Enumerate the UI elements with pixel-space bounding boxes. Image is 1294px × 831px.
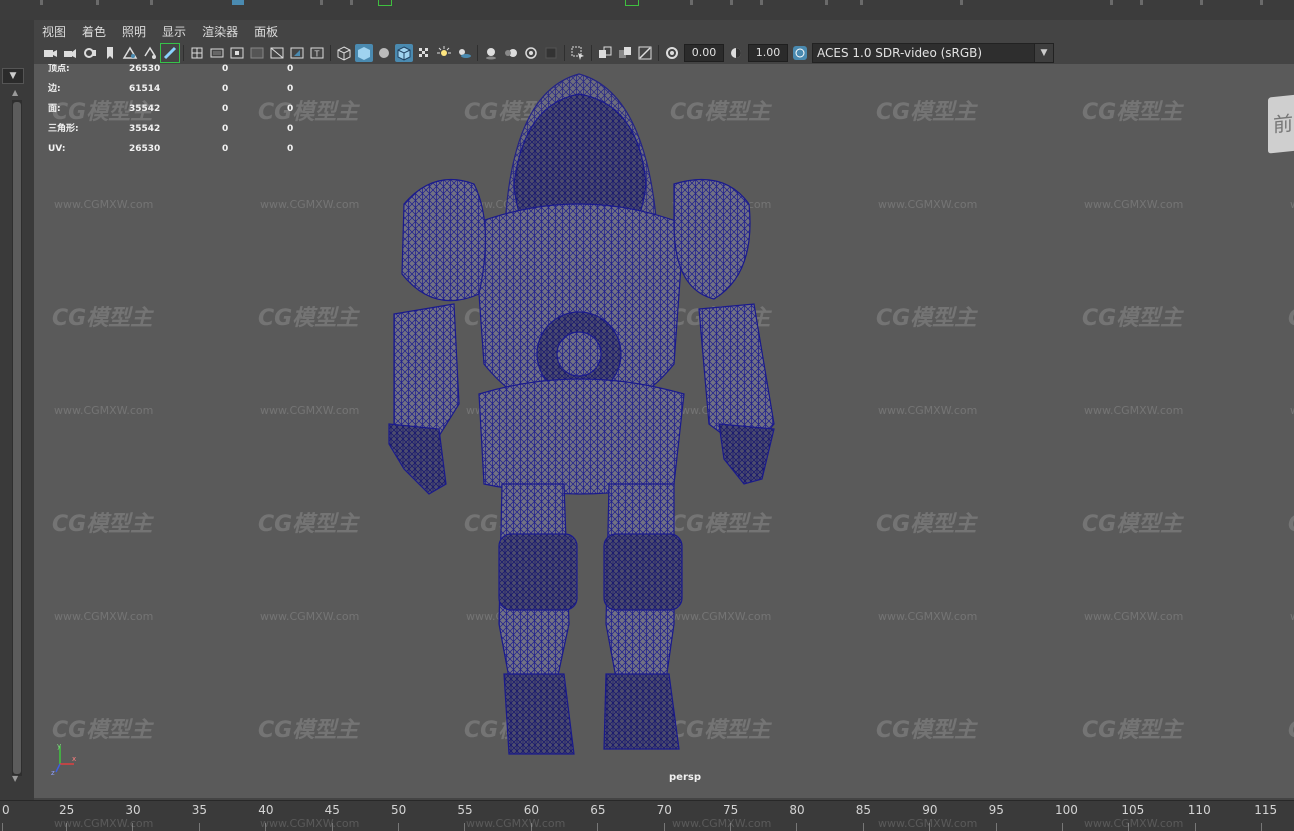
- ambient-occlusion-icon[interactable]: [482, 44, 500, 62]
- time-slider-frame-number: 95: [988, 803, 1004, 817]
- xray-active-components-icon[interactable]: [616, 44, 634, 62]
- watermark-url: www.CGMXW.com: [466, 817, 566, 830]
- watermark-url: www.CGMXW.com: [672, 817, 772, 830]
- axis-gizmo: y x z: [51, 742, 76, 776]
- camera-attributes-icon[interactable]: [61, 44, 79, 62]
- view-cube[interactable]: 前: [1268, 94, 1294, 154]
- time-slider-frame-number: 80: [789, 803, 805, 817]
- resolution-gate-icon[interactable]: [228, 44, 246, 62]
- lights-icon[interactable]: [435, 44, 453, 62]
- scroll-down-arrow[interactable]: ▼: [12, 774, 18, 783]
- time-slider-frame-number: 110: [1187, 803, 1211, 817]
- image-plane-icon[interactable]: [121, 44, 139, 62]
- menu-lighting[interactable]: 照明: [114, 23, 154, 40]
- isolate-select-icon[interactable]: [569, 44, 587, 62]
- watermark-url: www.CGMXW.com: [260, 817, 360, 830]
- panel-dropdown[interactable]: ▼: [2, 68, 24, 84]
- scrollbar-thumb[interactable]: [13, 102, 21, 774]
- grease-pencil-icon[interactable]: [160, 43, 180, 63]
- gamma-icon[interactable]: [727, 44, 745, 62]
- scroll-up-arrow[interactable]: ▲: [12, 88, 18, 97]
- anti-aliasing-icon[interactable]: [522, 44, 540, 62]
- left-panel: ▼ ▲ ▼: [0, 20, 34, 800]
- smooth-shade-cube-icon[interactable]: [355, 44, 373, 62]
- menu-view[interactable]: 视图: [34, 23, 74, 40]
- default-material-icon[interactable]: [375, 44, 393, 62]
- time-slider-frame-number: 50: [391, 803, 407, 817]
- chevron-down-icon[interactable]: ▼: [1034, 44, 1053, 62]
- 2d-pan-zoom-icon[interactable]: [141, 44, 159, 62]
- panel-toolbar: T 0.00 1.00 ACES 1.0 SDR-video (sRGB) ▼: [34, 42, 1294, 64]
- time-slider-frame-number: 65: [590, 803, 606, 817]
- wireframe-character-model[interactable]: [34, 64, 1294, 798]
- wireframe-on-shaded-icon[interactable]: [395, 44, 413, 62]
- svg-text:T: T: [314, 50, 320, 59]
- panel-menu-bar: 视图 着色 照明 显示 渲染器 面板: [34, 20, 1294, 42]
- time-slider-frame-number: 85: [855, 803, 872, 817]
- time-slider-frame-number: 55: [457, 803, 473, 817]
- time-slider-frame-number: 45: [324, 803, 340, 817]
- xray-icon[interactable]: [596, 44, 614, 62]
- wireframe-cube-icon[interactable]: [335, 44, 353, 62]
- time-slider-frame-number: 35: [191, 803, 208, 817]
- watermark-url: www.CGMXW.com: [54, 817, 154, 830]
- exposure-icon[interactable]: [663, 44, 681, 62]
- menu-renderer[interactable]: 渲染器: [194, 23, 246, 40]
- time-slider-frame-number: 60: [523, 803, 540, 817]
- perspective-viewport[interactable]: CG模型主 www.CGMXW.com CG模型主 www.CGMXW.com CG模型…: [34, 64, 1294, 798]
- film-gate-icon[interactable]: [208, 44, 226, 62]
- time-slider-frame-number: 90: [922, 803, 938, 817]
- time-slider-frame-number: 75: [723, 803, 739, 817]
- time-slider-frame-number: 115: [1254, 803, 1278, 817]
- axis-y-label: y: [57, 742, 61, 750]
- view-transform-select[interactable]: ACES 1.0 SDR-video (sRGB) ▼: [812, 43, 1054, 63]
- camera-select-icon[interactable]: [41, 44, 59, 62]
- time-slider-frame-number: 25: [59, 803, 75, 817]
- field-chart-icon[interactable]: [268, 44, 286, 62]
- watermark-url: www.CGMXW.com: [1084, 817, 1184, 830]
- xray-joints-icon[interactable]: [636, 44, 654, 62]
- watermark-url: www.CGMXW.com: [878, 817, 978, 830]
- menu-shading[interactable]: 着色: [74, 23, 114, 40]
- camera-name-label: persp: [669, 772, 701, 783]
- color-management-icon[interactable]: [791, 44, 809, 62]
- shadows-icon[interactable]: [455, 44, 473, 62]
- grid-icon[interactable]: [188, 44, 206, 62]
- top-strip: [0, 0, 1294, 21]
- textured-icon[interactable]: [415, 44, 433, 62]
- gamma-field[interactable]: 1.00: [748, 44, 788, 62]
- bookmark-flag-icon[interactable]: [101, 44, 119, 62]
- view-transform-value: ACES 1.0 SDR-video (sRGB): [817, 46, 983, 60]
- safe-title-icon[interactable]: T: [308, 44, 326, 62]
- time-slider-frame-number: 105: [1121, 803, 1145, 817]
- axis-z-label: z: [51, 769, 55, 776]
- gate-mask-icon[interactable]: [248, 44, 266, 62]
- motion-blur-icon[interactable]: [502, 44, 520, 62]
- time-slider-frame-number: 70: [656, 803, 672, 817]
- safe-action-icon[interactable]: [288, 44, 306, 62]
- menu-show[interactable]: 显示: [154, 23, 194, 40]
- axis-x-label: x: [72, 755, 76, 763]
- time-slider-frame-number: 40: [258, 803, 274, 817]
- depth-of-field-icon[interactable]: [542, 44, 560, 62]
- bookmark-icon[interactable]: [81, 44, 99, 62]
- exposure-field[interactable]: 0.00: [684, 44, 724, 62]
- time-slider[interactable]: 0 25 30 35 40 45 50 55 60 65 70 75 80 85 90 95 100 105 110…: [0, 800, 1294, 831]
- time-slider-frame-number: 30: [125, 803, 141, 817]
- time-slider-frame-number: 100: [1055, 803, 1078, 817]
- time-slider-frame-number: 0: [2, 803, 10, 817]
- menu-panels[interactable]: 面板: [246, 23, 286, 40]
